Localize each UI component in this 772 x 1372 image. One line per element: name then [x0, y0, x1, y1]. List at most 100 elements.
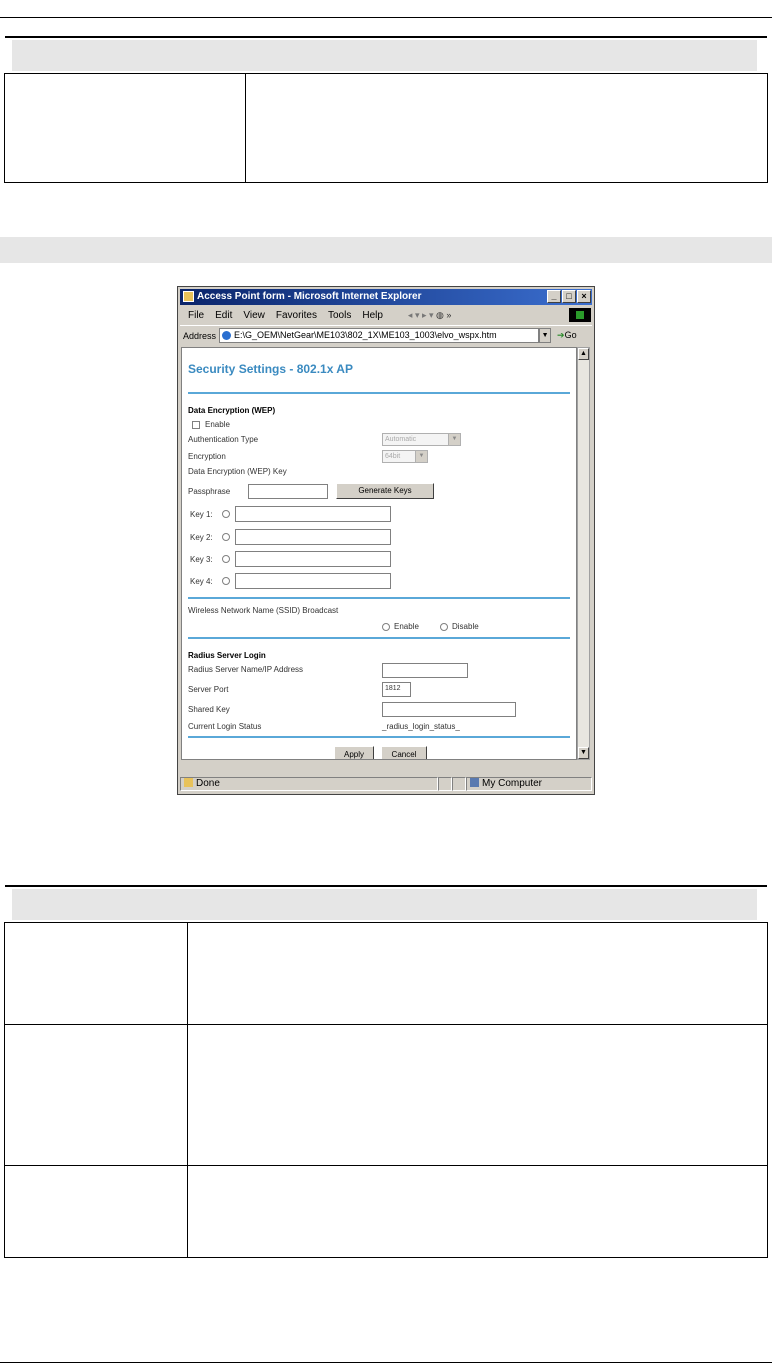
- status-empty-cell: [452, 777, 466, 791]
- auth-type-label: Authentication Type: [188, 435, 259, 444]
- table-top-rule: [5, 36, 767, 38]
- more-chevron-icon[interactable]: »: [446, 310, 451, 320]
- divider: [188, 597, 570, 599]
- radius-name-label: Radius Server Name/IP Address: [188, 665, 304, 674]
- bottom-table: [4, 922, 768, 1258]
- key-1-input[interactable]: [235, 506, 391, 522]
- computer-icon: [470, 778, 479, 787]
- status-bar: Done My Computer: [180, 776, 592, 792]
- top-table-label-cell: [4, 73, 246, 183]
- refresh-icon[interactable]: ◍: [436, 310, 444, 320]
- wep-heading: Data Encryption (WEP): [188, 406, 276, 415]
- forward-arrow-icon[interactable]: ▸ ▾: [422, 310, 434, 320]
- window-title: Access Point form - Microsoft Internet E…: [197, 291, 422, 302]
- top-table: [4, 73, 768, 183]
- status-text: Done: [196, 778, 220, 789]
- radius-heading: Radius Server Login: [188, 651, 266, 660]
- table-top-rule: [5, 885, 767, 887]
- table-header-band: [12, 40, 757, 71]
- status-empty-cell: [438, 777, 452, 791]
- key-3-input[interactable]: [235, 551, 391, 567]
- scroll-up-icon[interactable]: ▲: [578, 348, 589, 360]
- title-bar: Access Point form - Microsoft Internet E…: [180, 289, 592, 305]
- key-4-radio[interactable]: [222, 577, 230, 585]
- page-done-icon: [184, 778, 193, 787]
- auth-type-value: Automatic: [385, 436, 417, 443]
- bottom-table-desc-cell: [187, 1165, 768, 1258]
- key-2-input[interactable]: [235, 529, 391, 545]
- generate-keys-button[interactable]: Generate Keys: [336, 483, 434, 499]
- ie-icon: [183, 291, 194, 302]
- ssid-disable-radio[interactable]: [440, 623, 448, 631]
- ssid-enable-radio[interactable]: [382, 623, 390, 631]
- page-header-rule: [0, 17, 772, 18]
- shared-key-input[interactable]: [382, 702, 516, 717]
- maximize-button[interactable]: □: [562, 290, 576, 303]
- key-4-input[interactable]: [235, 573, 391, 589]
- chevron-down-icon: ▼: [448, 434, 460, 445]
- nav-buttons: ◂ ▾ ▸ ▾ ◍ »: [408, 310, 452, 321]
- go-label: Go: [564, 330, 577, 340]
- zone-text: My Computer: [482, 778, 543, 789]
- menu-bar: File Edit View Favorites Tools Help ◂ ▾ …: [180, 306, 592, 324]
- key-3-label: Key 3:: [190, 555, 213, 564]
- menu-tools[interactable]: Tools: [328, 310, 351, 321]
- address-input[interactable]: E:\G_OEM\NetGear\ME103\802_1X\ME103_1003…: [219, 328, 540, 343]
- key-1-label: Key 1:: [190, 510, 213, 519]
- table-header-band: [12, 889, 757, 920]
- bottom-table-label-cell: [4, 1165, 188, 1258]
- address-label: Address: [183, 330, 217, 341]
- divider: [188, 736, 570, 738]
- key-4-label: Key 4:: [190, 577, 213, 586]
- server-port-input[interactable]: 1812: [382, 682, 411, 697]
- enable-label: Enable: [205, 420, 230, 429]
- ssid-disable-label: Disable: [452, 622, 479, 631]
- address-dropdown-icon[interactable]: ▼: [539, 328, 552, 343]
- menu-help[interactable]: Help: [362, 310, 383, 321]
- passphrase-label: Passphrase: [188, 487, 231, 496]
- divider: [188, 637, 570, 639]
- go-button[interactable]: ➔Go: [557, 330, 577, 341]
- cancel-button[interactable]: Cancel: [381, 746, 427, 759]
- menu-favorites[interactable]: Favorites: [276, 310, 317, 321]
- section-heading-band: [0, 237, 772, 263]
- close-button[interactable]: ×: [577, 290, 591, 303]
- encryption-value: 64bit: [385, 453, 401, 460]
- bottom-table-desc-cell: [187, 922, 768, 1025]
- status-cell: Done: [180, 777, 438, 791]
- passphrase-input[interactable]: [248, 484, 328, 499]
- go-arrow-icon: ➔: [557, 330, 565, 340]
- windows-logo-icon: [569, 308, 591, 322]
- login-status-value: _radius_login_status_: [382, 722, 460, 731]
- server-port-label: Server Port: [188, 685, 229, 694]
- key-1-radio[interactable]: [222, 510, 230, 518]
- back-arrow-icon[interactable]: ◂ ▾: [408, 310, 420, 320]
- vertical-scrollbar[interactable]: ▲ ▼: [577, 347, 590, 760]
- top-table-desc-cell: [245, 73, 768, 183]
- menu-edit[interactable]: Edit: [215, 310, 232, 321]
- shared-key-label: Shared Key: [188, 705, 230, 714]
- menu-file[interactable]: File: [188, 310, 204, 321]
- bottom-table-label-cell: [4, 1024, 188, 1166]
- page-footer-rule: [0, 1362, 772, 1363]
- form-title: Security Settings - 802.1x AP: [188, 362, 353, 376]
- encryption-label: Encryption: [188, 452, 226, 461]
- enable-checkbox[interactable]: [192, 421, 200, 429]
- browser-window: Access Point form - Microsoft Internet E…: [177, 286, 595, 795]
- divider: [188, 392, 570, 394]
- auth-type-select[interactable]: Automatic ▼: [382, 433, 461, 446]
- wep-key-label: Data Encryption (WEP) Key: [188, 467, 287, 476]
- key-2-radio[interactable]: [222, 533, 230, 541]
- bottom-table-label-cell: [4, 922, 188, 1025]
- ssid-label: Wireless Network Name (SSID) Broadcast: [188, 606, 339, 615]
- key-3-radio[interactable]: [222, 555, 230, 563]
- page-content: Security Settings - 802.1x AP Data Encry…: [181, 347, 577, 760]
- key-2-label: Key 2:: [190, 533, 213, 542]
- scroll-down-icon[interactable]: ▼: [578, 747, 589, 759]
- radius-name-input[interactable]: [382, 663, 468, 678]
- encryption-select[interactable]: 64bit ▼: [382, 450, 428, 463]
- menu-view[interactable]: View: [243, 310, 265, 321]
- apply-button[interactable]: Apply: [334, 746, 374, 759]
- zone-cell: My Computer: [466, 777, 592, 791]
- minimize-button[interactable]: _: [547, 290, 561, 303]
